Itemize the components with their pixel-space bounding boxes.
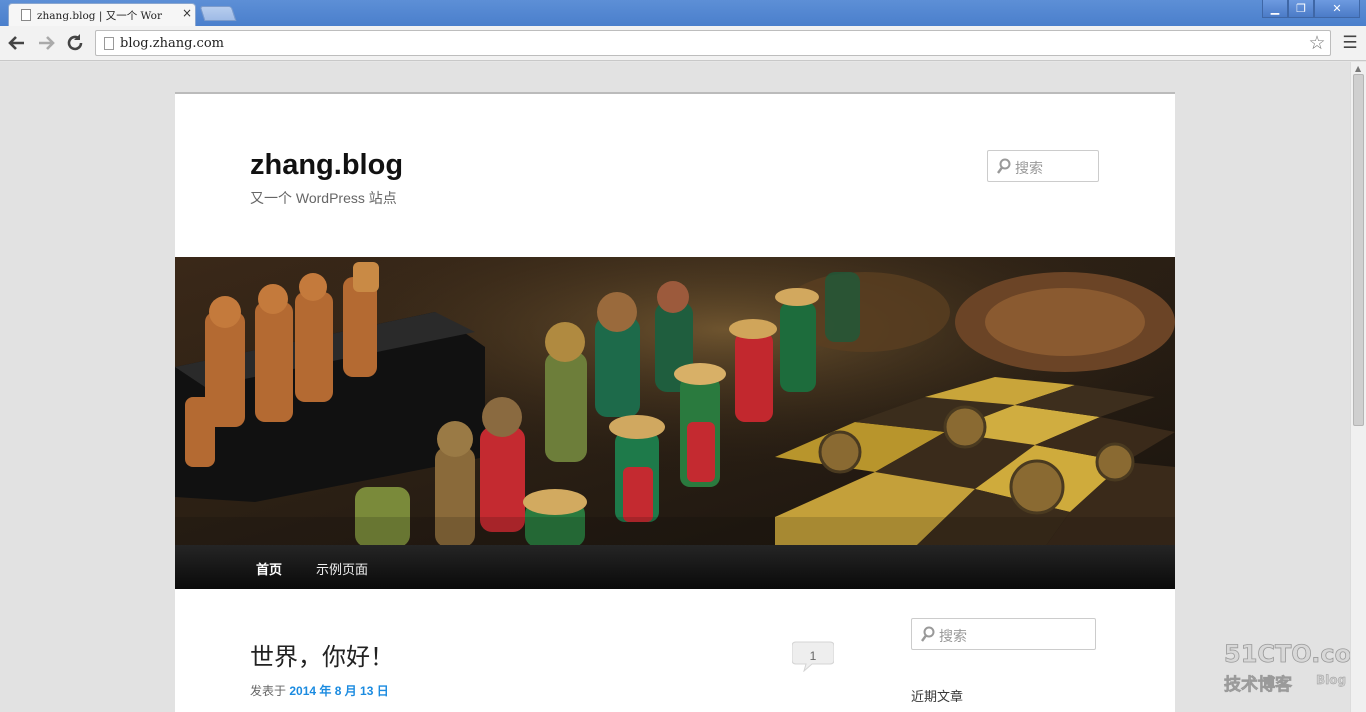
close-window-button[interactable]: ✕ [1314, 0, 1360, 18]
nav-item-home[interactable]: 首页 [256, 559, 282, 578]
post-meta: 发表于 2014 年 8 月 13 日 [250, 682, 389, 699]
browser-titlebar: zhang.blog | 又一个 Wor × ▁ ❐ ✕ [0, 0, 1366, 26]
header-banner-image [175, 257, 1175, 547]
nav-item-sample-page[interactable]: 示例页面 [316, 559, 368, 578]
address-bar[interactable]: blog.zhang.com ☆ [95, 30, 1331, 56]
site-watermark-logo: 51CTO.com 技术博客 Blog [1224, 640, 1350, 696]
browser-tab[interactable]: zhang.blog | 又一个 Wor × [8, 3, 196, 26]
scroll-up-icon[interactable]: ▲ [1355, 64, 1361, 73]
svg-text:51CTO.com: 51CTO.com [1224, 640, 1350, 668]
tab-close-icon[interactable]: × [181, 6, 193, 20]
search-icon [921, 626, 935, 642]
menu-icon[interactable]: ☰ [1340, 32, 1360, 54]
site-description: 又一个 WordPress 站点 [250, 190, 397, 206]
post-meta-prefix: 发表于 [250, 684, 290, 698]
new-tab-button[interactable] [199, 6, 237, 21]
back-arrow-icon[interactable] [5, 31, 29, 55]
tab-title: zhang.blog | 又一个 Wor [37, 10, 162, 22]
url-text[interactable]: blog.zhang.com [120, 36, 224, 52]
sidebar-search-input[interactable]: 搜索 [911, 618, 1096, 650]
svg-text:技术博客: 技术博客 [1224, 674, 1293, 695]
recent-posts-title: 近期文章 [911, 689, 964, 704]
site-title[interactable]: zhang.blog [250, 149, 403, 182]
search-icon [997, 158, 1011, 174]
comment-count[interactable]: 1 [792, 649, 834, 663]
star-icon[interactable]: ☆ [1306, 32, 1328, 54]
scrollbar-thumb[interactable] [1353, 74, 1364, 426]
search-placeholder: 搜索 [939, 628, 967, 644]
svg-text:Blog: Blog [1316, 673, 1346, 687]
browser-toolbar: blog.zhang.com ☆ ☰ [0, 26, 1366, 61]
page-icon [104, 37, 114, 50]
window-controls: ▁ ❐ ✕ [1262, 0, 1360, 18]
forward-arrow-icon[interactable] [34, 31, 58, 55]
page-container: zhang.blog 又一个 WordPress 站点 搜索 首页 示例页面 世… [175, 92, 1175, 712]
post-date-link[interactable]: 2014 年 8 月 13 日 [289, 684, 388, 698]
page-viewport: zhang.blog 又一个 WordPress 站点 搜索 首页 示例页面 世… [0, 62, 1350, 712]
reload-icon[interactable] [63, 31, 87, 55]
minimize-button[interactable]: ▁ [1262, 0, 1288, 18]
header-search-input[interactable]: 搜索 [987, 150, 1099, 182]
page-icon [21, 9, 31, 21]
main-navigation: 首页 示例页面 [175, 545, 1175, 589]
vertical-scrollbar[interactable]: ▲ [1350, 62, 1366, 712]
search-placeholder: 搜索 [1015, 160, 1043, 176]
maximize-button[interactable]: ❐ [1288, 0, 1314, 18]
post-title[interactable]: 世界，你好！ [250, 637, 394, 672]
